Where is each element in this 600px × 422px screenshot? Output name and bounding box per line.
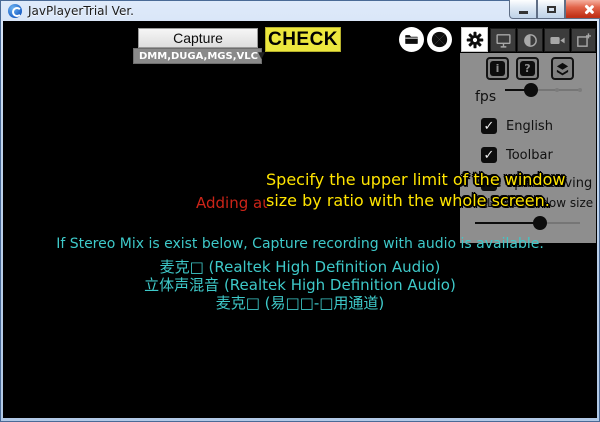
folder-icon <box>404 32 419 47</box>
help-icon: ? <box>520 61 535 76</box>
video-camera-icon <box>549 32 566 49</box>
english-checkbox-row[interactable]: ✓ English <box>481 118 553 134</box>
audio-info-block: If Stereo Mix is exist below, Capture re… <box>3 236 597 310</box>
monitor-icon <box>495 32 512 49</box>
tooltip-text: Specify the upper limit of the window si… <box>266 169 598 211</box>
app-icon <box>8 4 22 18</box>
fps-slider-tick <box>555 88 559 92</box>
adding-audio-status: Adding au <box>196 194 272 212</box>
english-label: English <box>506 119 553 134</box>
audio-device-item: 立体声混音 (Realtek High Definition Audio) <box>3 274 597 292</box>
layers-icon <box>555 61 570 76</box>
limit-slider-knob[interactable] <box>533 216 547 230</box>
capture-region-icon <box>575 32 592 49</box>
contrast-icon <box>522 32 539 49</box>
window-title: JavPlayerTrial Ver. <box>28 4 134 18</box>
controller-button[interactable] <box>427 27 452 52</box>
checkbox-checked-icon[interactable]: ✓ <box>481 118 497 134</box>
settings-button[interactable] <box>461 27 488 52</box>
stereo-mix-info: If Stereo Mix is exist below, Capture re… <box>3 236 597 256</box>
minimize-button[interactable] <box>509 0 537 19</box>
contrast-button[interactable] <box>517 28 543 52</box>
gear-icon <box>466 31 484 49</box>
settings-panel: i ? fps ✓ English ✓ Toolbar ✓ <box>460 53 596 243</box>
minimize-icon <box>519 11 528 14</box>
limit-slider-fill <box>475 222 540 224</box>
check-button[interactable]: CHECK <box>265 27 341 52</box>
fps-label: fps <box>475 89 496 105</box>
layers-button[interactable] <box>551 57 574 80</box>
source-dropdown[interactable]: DMM,DUGA,MGS,VLC ▼ <box>133 48 262 64</box>
fps-slider-tick <box>578 88 582 92</box>
toolbar-label: Toolbar <box>506 148 553 163</box>
fps-slider[interactable] <box>505 83 580 97</box>
region-capture-button[interactable] <box>571 28 596 52</box>
pinwheel-icon <box>430 30 449 49</box>
close-button[interactable] <box>565 0 600 19</box>
record-button[interactable] <box>544 28 570 52</box>
info-button[interactable]: i <box>486 57 509 80</box>
folder-button[interactable] <box>399 27 424 52</box>
close-icon <box>583 4 594 15</box>
fps-slider-knob[interactable] <box>524 83 538 97</box>
maximize-icon <box>547 6 556 13</box>
tooltip-line-1: Specify the upper limit of the window <box>266 169 598 190</box>
help-button[interactable]: ? <box>516 57 539 80</box>
checkbox-checked-icon[interactable]: ✓ <box>481 147 497 163</box>
maximize-button[interactable] <box>537 0 565 19</box>
window-controls <box>509 0 600 19</box>
capture-button[interactable]: Capture <box>138 28 258 48</box>
info-icon: i <box>490 61 505 76</box>
audio-device-item: 麦克□ (易□□-□用通道) <box>3 292 597 310</box>
app-window: JavPlayerTrial Ver. Capture DMM,DUGA,MGS… <box>0 0 600 422</box>
audio-device-item: 麦克□ (Realtek High Definition Audio) <box>3 256 597 274</box>
chevron-down-icon: ▼ <box>258 51 265 61</box>
tooltip-line-2: size by ratio with the whole screen. <box>266 190 598 211</box>
toolbar-checkbox-row[interactable]: ✓ Toolbar <box>481 147 553 163</box>
display-button[interactable] <box>490 28 516 52</box>
limit-window-slider[interactable] <box>475 216 580 230</box>
source-dropdown-value: DMM,DUGA,MGS,VLC <box>139 51 258 62</box>
